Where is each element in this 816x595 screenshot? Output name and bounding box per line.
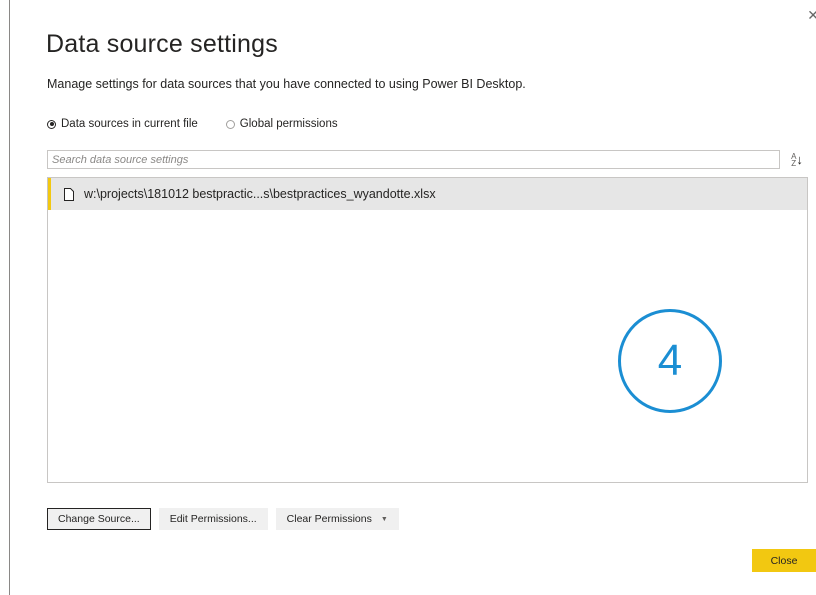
sort-arrow-icon: ↓ [796, 152, 803, 167]
close-icon[interactable]: ✕ [807, 8, 816, 22]
radio-current-file-label: Data sources in current file [61, 118, 198, 130]
data-source-settings-dialog: ✕ Data source settings Manage settings f… [9, 0, 816, 595]
radio-global-permissions[interactable]: Global permissions [225, 118, 338, 130]
clear-permissions-label: Clear Permissions [286, 513, 372, 525]
radio-current-file[interactable]: Data sources in current file [47, 118, 198, 130]
radio-unchecked-icon[interactable] [225, 119, 235, 129]
dialog-title: Data source settings [46, 30, 278, 58]
step-annotation-circle: 4 [618, 309, 722, 413]
search-input[interactable] [47, 150, 780, 169]
radio-global-permissions-label: Global permissions [239, 118, 338, 130]
chevron-down-icon[interactable]: ▼ [381, 516, 388, 523]
sort-az-button[interactable]: A Z ↓ [787, 150, 807, 169]
scope-radio-group: Data sources in current file Global perm… [47, 118, 358, 130]
file-icon [64, 187, 74, 201]
list-item[interactable]: w:\projects\181012 bestpractic...s\bestp… [48, 178, 807, 210]
change-source-button[interactable]: Change Source... [47, 508, 151, 530]
edit-permissions-button[interactable]: Edit Permissions... [158, 508, 268, 530]
clear-permissions-button[interactable]: Clear Permissions ▼ [275, 508, 399, 530]
data-source-path: w:\projects\181012 bestpractic...s\bestp… [84, 187, 436, 201]
sort-az-icon: A Z ↓ [791, 152, 803, 167]
action-buttons: Change Source... Edit Permissions... Cle… [47, 508, 407, 530]
step-number: 4 [657, 336, 683, 385]
radio-checked-icon[interactable] [47, 119, 56, 129]
dialog-subtitle: Manage settings for data sources that yo… [47, 77, 526, 91]
close-button[interactable]: Close [752, 549, 816, 572]
